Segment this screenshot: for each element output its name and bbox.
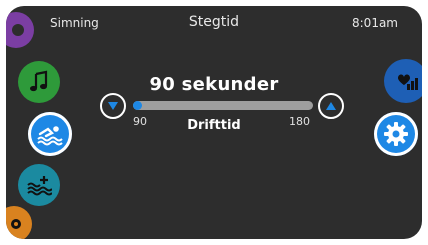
partial-gear-icon[interactable] xyxy=(6,206,32,239)
drifttid-slider[interactable] xyxy=(133,101,313,110)
decrease-button[interactable] xyxy=(100,93,126,119)
increase-arrow-icon xyxy=(326,102,336,110)
clock-time: 8:01am xyxy=(352,16,398,30)
slider-fill xyxy=(133,101,142,110)
spa-control-screen: Simning Stegtid 8:01am 90 sekunder 90 Dr… xyxy=(6,6,422,239)
setting-value: 90 sekunder xyxy=(149,74,279,95)
increase-button[interactable] xyxy=(318,93,344,119)
setting-label: Drifttid xyxy=(187,118,241,133)
decrease-arrow-icon xyxy=(108,102,118,110)
water-heat-icon[interactable] xyxy=(18,164,60,206)
slider-max-label: 180 xyxy=(289,115,310,128)
